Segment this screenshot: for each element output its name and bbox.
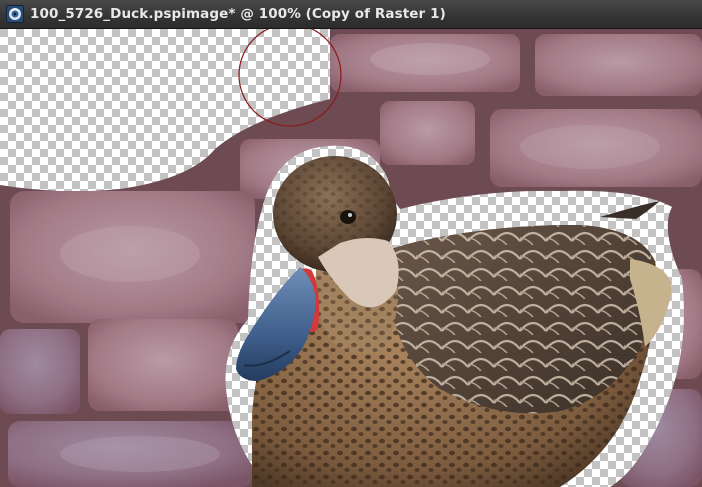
document-titlebar[interactable]: 100_5726_Duck.pspimage* @ 100% (Copy of … (0, 0, 702, 29)
paint-shop-pro-icon (6, 5, 24, 23)
document-title: 100_5726_Duck.pspimage* @ 100% (Copy of … (30, 6, 446, 22)
document-window: 100_5726_Duck.pspimage* @ 100% (Copy of … (0, 0, 702, 487)
canvas-drawing[interactable] (0, 29, 702, 487)
image-canvas[interactable] (0, 29, 702, 487)
